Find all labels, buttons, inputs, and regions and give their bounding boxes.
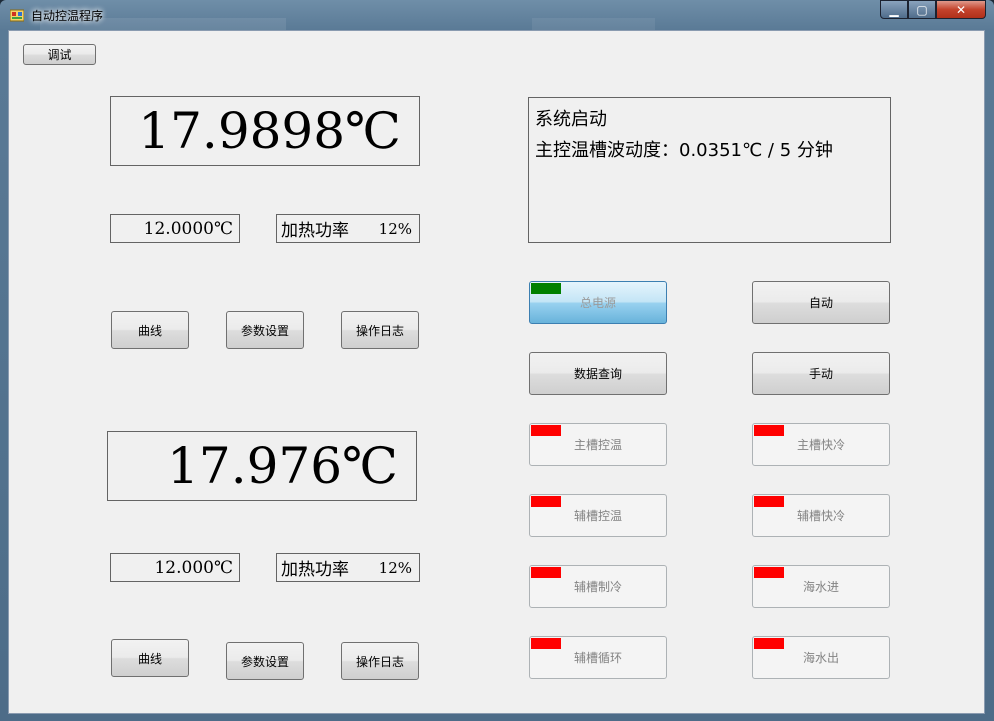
channel2-temperature-display: 17.976℃ [107,431,417,501]
aux-circulation-indicator [531,638,561,649]
main-fast-cool-button[interactable]: 主槽快冷 [752,423,890,466]
main-power-indicator [531,283,561,294]
status-line-1: 系统启动 [535,109,607,130]
channel2-power-label: 加热功率 [281,560,349,580]
channel1-log-button[interactable]: 操作日志 [341,311,419,349]
channel2-log-button[interactable]: 操作日志 [341,642,419,680]
status-message-box: 系统启动 主控温槽波动度：0.0351℃ / 5 分钟 [528,97,891,243]
main-temp-control-label: 主槽控温 [573,438,622,452]
seawater-in-label: 海水进 [802,580,839,594]
channel1-curve-button[interactable]: 曲线 [111,311,189,349]
app-window: 自动控温程序 ▁ ▢ ✕ 调试 17.9898℃ 12.0000℃ 加热功率 1… [0,0,994,721]
aux-temp-control-button[interactable]: 辅槽控温 [529,494,667,537]
background-window-ghost [40,18,860,30]
channel1-setpoint-display: 12.0000℃ [110,214,240,243]
channel1-params-button[interactable]: 参数设置 [226,311,304,349]
channel1-power-display: 加热功率 12% [276,214,420,243]
minimize-icon: ▁ [889,2,899,17]
maximize-button[interactable]: ▢ [908,0,936,19]
seawater-out-label: 海水出 [802,651,839,665]
aux-temp-control-indicator [531,496,561,507]
main-power-label: 总电源 [579,296,616,310]
channel1-power-label: 加热功率 [281,221,349,241]
aux-temp-control-label: 辅槽控温 [573,509,622,523]
debug-button[interactable]: 调试 [23,44,96,65]
main-temp-control-indicator [531,425,561,436]
form-client-area: 调试 17.9898℃ 12.0000℃ 加热功率 12% 曲线 参数设置 操作… [8,30,985,714]
channel2-setpoint-display: 12.000℃ [110,553,240,582]
aux-fast-cool-label: 辅槽快冷 [796,509,845,523]
seawater-in-button[interactable]: 海水进 [752,565,890,608]
aux-circulation-button[interactable]: 辅槽循环 [529,636,667,679]
auto-button[interactable]: 自动 [752,281,890,324]
aux-fast-cool-button[interactable]: 辅槽快冷 [752,494,890,537]
aux-fast-cool-indicator [754,496,784,507]
channel2-curve-button[interactable]: 曲线 [111,639,189,677]
channel2-power-value: 12% [378,558,412,577]
window-controls: ▁ ▢ ✕ [880,0,986,20]
channel2-power-display: 加热功率 12% [276,553,420,582]
seawater-out-button[interactable]: 海水出 [752,636,890,679]
aux-cooling-button[interactable]: 辅槽制冷 [529,565,667,608]
aux-circulation-label: 辅槽循环 [573,651,622,665]
window-title: 自动控温程序 [31,9,104,23]
data-query-button[interactable]: 数据查询 [529,352,667,395]
minimize-button[interactable]: ▁ [880,0,908,19]
maximize-icon: ▢ [916,2,928,17]
aux-cooling-indicator [531,567,561,578]
app-icon [10,9,24,22]
main-temp-control-button[interactable]: 主槽控温 [529,423,667,466]
aux-cooling-label: 辅槽制冷 [573,580,622,594]
close-icon: ✕ [955,2,967,17]
channel1-temperature-display: 17.9898℃ [110,96,420,166]
manual-button[interactable]: 手动 [752,352,890,395]
main-fast-cool-label: 主槽快冷 [796,438,845,452]
main-power-button[interactable]: 总电源 [529,281,667,324]
main-fast-cool-indicator [754,425,784,436]
title-bar[interactable]: 自动控温程序 ▁ ▢ ✕ [0,0,994,30]
seawater-out-indicator [754,638,784,649]
seawater-in-indicator [754,567,784,578]
channel2-params-button[interactable]: 参数设置 [226,642,304,680]
close-button[interactable]: ✕ [936,0,986,19]
channel1-power-value: 12% [378,219,412,238]
status-line-2: 主控温槽波动度：0.0351℃ / 5 分钟 [535,140,833,161]
